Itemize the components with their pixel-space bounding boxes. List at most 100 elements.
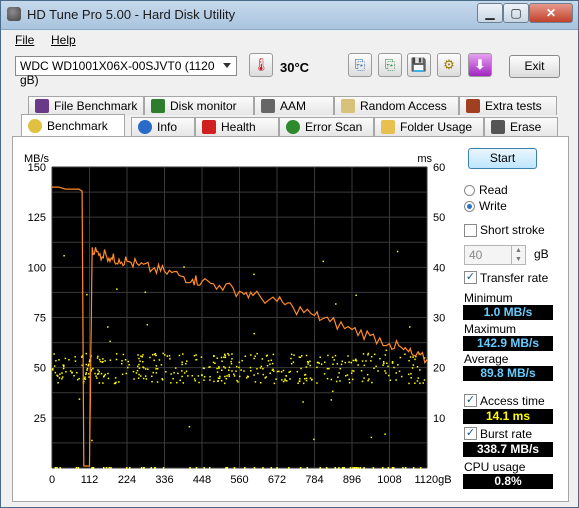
maximize-button[interactable]: ▢ (503, 3, 529, 23)
access-time-point (411, 367, 414, 369)
tab-erase-label: Erase (510, 120, 542, 134)
access-time-outlier-point (332, 390, 334, 393)
access-time-point (194, 379, 197, 382)
tab-info[interactable]: Info (131, 117, 195, 136)
access-time-point (144, 375, 147, 377)
access-time-point (165, 371, 167, 373)
options-button[interactable]: ⚙ (437, 53, 461, 77)
access-time-point (54, 371, 57, 374)
exit-button[interactable]: Exit (509, 55, 560, 78)
file-benchmark-icon (35, 99, 49, 113)
access-time-outlier-point (385, 349, 388, 352)
tab-health[interactable]: Health (195, 117, 279, 136)
close-icon: ✕ (545, 6, 557, 20)
access-time-point (139, 375, 142, 377)
access-time-point (384, 370, 386, 372)
tab-random-access[interactable]: Random Access (334, 96, 459, 115)
menu-help[interactable]: Help (51, 33, 76, 47)
access-time-outlier-point (146, 323, 149, 326)
tab-benchmark[interactable]: Benchmark (21, 114, 125, 136)
write-radio[interactable] (464, 201, 475, 212)
access-time-point (243, 370, 245, 372)
access-time-point (52, 369, 54, 371)
access-time-point (370, 355, 373, 358)
access-time-point (57, 382, 59, 384)
menu-file[interactable]: File (15, 33, 34, 47)
access-time-point (100, 372, 103, 375)
y-right-tick-label: 50 (433, 212, 445, 224)
read-radio[interactable] (464, 185, 475, 196)
tab-extra-tests[interactable]: Extra tests (459, 96, 557, 115)
access-time-point (183, 372, 186, 374)
read-label: Read (479, 183, 508, 197)
access-time-baseline-point (288, 466, 290, 469)
access-time-point (156, 368, 159, 370)
burst-rate-readout: 338.7 MB/s (463, 442, 553, 457)
tab-erase[interactable]: Erase (484, 117, 558, 136)
access-time-point (154, 352, 157, 355)
access-time-point (137, 365, 139, 368)
access-time-baseline-point (203, 466, 205, 469)
menu-bar: File Help (1, 30, 578, 50)
access-time-baseline-point (75, 466, 78, 469)
tab-health-label: Health (221, 120, 256, 134)
minimize-icon: ▁ (485, 6, 495, 20)
access-time-point (423, 379, 426, 381)
access-time-point (152, 371, 154, 374)
short-stroke-spinner[interactable]: 40 ▲ ▼ (464, 245, 526, 265)
tab-error-scan[interactable]: Error Scan (279, 117, 374, 136)
copy-icon: ⎘ (354, 57, 366, 72)
access-time-point (332, 363, 334, 365)
access-time-point (293, 354, 295, 356)
menu-file-label: File (15, 33, 35, 47)
access-time-point (249, 366, 252, 369)
access-time-checkbox[interactable]: ✓ (464, 394, 477, 407)
access-time-point (138, 363, 140, 366)
access-time-point (335, 380, 338, 383)
tab-file-benchmark[interactable]: File Benchmark (28, 96, 144, 115)
access-time-point (309, 364, 311, 367)
access-time-point (118, 381, 120, 383)
access-time-point (193, 354, 196, 357)
access-time-point (88, 376, 90, 378)
burst-rate-checkbox[interactable]: ✓ (464, 427, 477, 440)
short-stroke-checkbox[interactable] (464, 224, 477, 237)
title-bar[interactable]: HD Tune Pro 5.00 - Hard Disk Utility ▁ ▢… (1, 1, 578, 30)
access-time-point (384, 354, 387, 356)
access-time-point (69, 370, 72, 372)
transfer-rate-checkbox[interactable]: ✓ (464, 271, 477, 284)
access-time-baseline-point (357, 466, 359, 469)
access-time-outlier-point (116, 288, 118, 290)
access-time-point (235, 365, 238, 368)
access-time-point (218, 367, 220, 369)
folder-icon (381, 120, 395, 134)
tab-folder-usage[interactable]: Folder Usage (374, 117, 484, 136)
download-button[interactable]: ⬇ (468, 53, 492, 77)
access-time-point (305, 377, 308, 380)
save-button[interactable]: 💾 (407, 53, 431, 77)
start-button[interactable]: Start (468, 148, 537, 169)
y-right-tick-label: 60 (433, 162, 445, 174)
access-time-point (320, 363, 323, 365)
y-left-tick-label: 125 (28, 212, 46, 224)
close-button[interactable]: ✕ (529, 3, 573, 23)
access-time-point (137, 354, 139, 356)
tab-aam[interactable]: AAM (254, 96, 334, 115)
access-time-point (240, 369, 242, 371)
access-time-point (416, 366, 419, 368)
minimize-button[interactable]: ▁ (477, 3, 503, 23)
x-tick-label: 336 (155, 474, 173, 486)
access-time-point (53, 353, 55, 355)
copy-screenshot-button[interactable]: ⎘ (378, 53, 402, 77)
health-cross-icon (202, 120, 216, 134)
drive-select[interactable]: WDC WD1001X06X-00SJVT0 (1120 gB) (15, 56, 237, 87)
spinner-arrows-icon[interactable]: ▲ ▼ (511, 246, 525, 264)
access-time-point (74, 356, 76, 358)
access-time-point (346, 374, 349, 376)
copy-info-button[interactable]: ⎘ (348, 53, 372, 77)
access-time-point (149, 356, 151, 359)
access-time-outlier-point (109, 340, 111, 343)
tab-disk-monitor[interactable]: Disk monitor (144, 96, 254, 115)
access-time-point (370, 360, 372, 362)
access-time-point (223, 366, 225, 368)
